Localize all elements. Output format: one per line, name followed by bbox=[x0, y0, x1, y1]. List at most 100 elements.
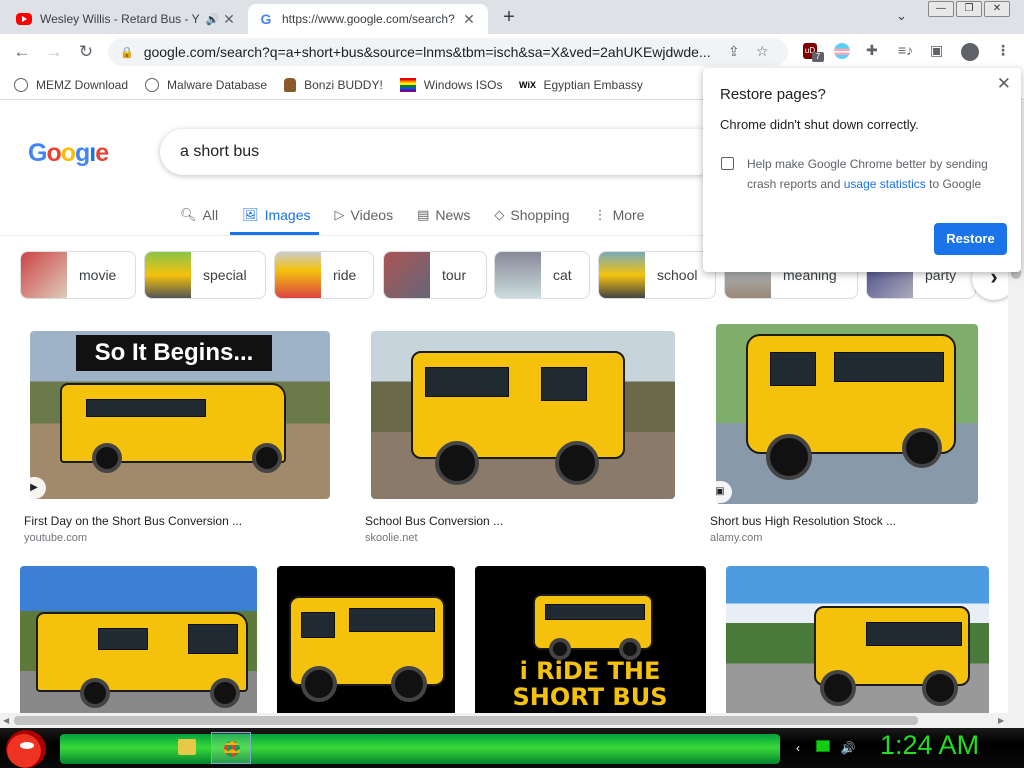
bus-wheel bbox=[80, 678, 110, 708]
bookmark-malware-database[interactable]: Malware Database bbox=[145, 77, 267, 92]
bookmark-star-icon[interactable]: ☆ bbox=[756, 43, 769, 60]
speaker-icon[interactable]: 🔊 bbox=[206, 13, 220, 26]
globe-icon bbox=[14, 77, 28, 92]
chip-thumbnail bbox=[599, 252, 645, 298]
bookmark-memz[interactable]: MEMZ Download bbox=[14, 77, 128, 92]
file-explorer-icon[interactable] bbox=[178, 739, 196, 755]
restore-button[interactable]: Restore bbox=[934, 223, 1007, 255]
chrome-menu-icon[interactable]: ⋮ bbox=[996, 42, 1010, 59]
video-play-badge-icon: ▶ bbox=[22, 477, 46, 499]
close-tab-icon[interactable]: ✕ bbox=[460, 11, 478, 28]
minimize-button[interactable]: — bbox=[928, 1, 954, 17]
chip-cat[interactable]: cat bbox=[494, 251, 590, 299]
forward-button[interactable]: → bbox=[38, 42, 70, 62]
network-icon[interactable] bbox=[816, 740, 830, 752]
search-input[interactable]: a short bus bbox=[160, 129, 720, 175]
bookmark-label: Bonzi BUDDY! bbox=[304, 77, 383, 92]
bus-wheel bbox=[92, 443, 122, 473]
result-caption[interactable]: First Day on the Short Bus Conversion ..… bbox=[24, 514, 242, 528]
tab-label: More bbox=[612, 207, 645, 223]
tab-strip: Wesley Willis - Retard Bus - Y 🔊 ✕ G htt… bbox=[0, 0, 1024, 34]
url-text[interactable]: google.com/search?q=a+short+bus&source=l… bbox=[144, 44, 719, 60]
bus-wheel bbox=[252, 443, 282, 473]
horizontal-scrollbar[interactable]: ◀ ▶ bbox=[0, 713, 1024, 728]
result-caption[interactable]: School Bus Conversion ... bbox=[365, 514, 503, 528]
result-site[interactable]: youtube.com bbox=[24, 532, 87, 544]
address-bar[interactable]: 🔒 google.com/search?q=a+short+bus&source… bbox=[108, 38, 788, 66]
bus-windows bbox=[349, 608, 435, 632]
trans-flag-extension-icon[interactable] bbox=[834, 43, 850, 59]
tab-news[interactable]: ▤ News bbox=[417, 201, 470, 229]
tab-youtube[interactable]: Wesley Willis - Retard Bus - Y 🔊 ✕ bbox=[8, 4, 246, 34]
image-result[interactable]: School Bus Conversion ... skoolie.net bbox=[361, 323, 687, 545]
result-image[interactable] bbox=[277, 566, 455, 713]
chip-thumbnail bbox=[384, 252, 430, 298]
image-result[interactable]: i RiDE THE SHORT BUS bbox=[475, 566, 706, 713]
result-image[interactable] bbox=[371, 331, 675, 499]
google-icon: G bbox=[260, 11, 272, 27]
chip-tour[interactable]: tour bbox=[383, 251, 487, 299]
taskbar-chrome-button[interactable] bbox=[211, 732, 251, 764]
chip-ride[interactable]: ride bbox=[274, 251, 374, 299]
chip-movie[interactable]: movie bbox=[20, 251, 136, 299]
result-caption[interactable]: Short bus High Resolution Stock ... bbox=[710, 514, 896, 528]
back-button[interactable]: ← bbox=[6, 42, 38, 62]
tab-google-search[interactable]: G https://www.google.com/search? ✕ bbox=[248, 4, 488, 34]
profile-avatar-icon[interactable] bbox=[961, 43, 979, 61]
scroll-left-arrow-icon[interactable]: ◀ bbox=[3, 716, 9, 725]
image-result[interactable] bbox=[726, 566, 989, 713]
result-image[interactable] bbox=[20, 566, 257, 713]
tab-more[interactable]: ⋮ More bbox=[594, 201, 645, 229]
restore-window-button[interactable]: ❐ bbox=[956, 1, 982, 17]
image-result[interactable]: ▣ Short bus High Resolution Stock ... al… bbox=[706, 323, 988, 545]
tab-shopping[interactable]: ◇ Shopping bbox=[494, 201, 569, 229]
result-image[interactable]: So It Begins... bbox=[30, 331, 330, 499]
extensions-puzzle-icon[interactable]: ✚ bbox=[866, 42, 878, 59]
bus-windows bbox=[834, 352, 944, 382]
close-tab-icon[interactable]: ✕ bbox=[220, 11, 238, 28]
lock-icon[interactable]: 🔒 bbox=[120, 46, 134, 59]
close-window-button[interactable]: ✕ bbox=[984, 1, 1010, 17]
tab-search-chevron-icon[interactable]: ⌄ bbox=[896, 8, 907, 24]
tab-videos[interactable]: ▷ Videos bbox=[335, 201, 394, 229]
show-hidden-icons-chevron-icon[interactable]: ‹ bbox=[790, 740, 806, 756]
bird-eye bbox=[20, 742, 34, 749]
bookmark-label: Windows ISOs bbox=[423, 77, 503, 92]
bus-windows bbox=[425, 367, 509, 397]
start-button-angry-bird-icon[interactable] bbox=[6, 730, 46, 768]
tab-label: Videos bbox=[350, 207, 394, 223]
result-image[interactable] bbox=[726, 566, 989, 713]
horizontal-scroll-thumb[interactable] bbox=[14, 716, 918, 725]
side-panel-icon[interactable]: ▣ bbox=[930, 42, 943, 59]
image-result[interactable] bbox=[20, 566, 257, 713]
result-site[interactable]: skoolie.net bbox=[365, 532, 418, 544]
image-result[interactable] bbox=[277, 566, 455, 713]
result-image[interactable]: i RiDE THE SHORT BUS bbox=[475, 566, 706, 713]
bus-wheel bbox=[555, 441, 599, 485]
reload-button[interactable]: ↻ bbox=[70, 42, 102, 62]
tag-icon: ◇ bbox=[494, 207, 505, 222]
taskbar-band bbox=[60, 734, 780, 764]
chip-school[interactable]: school bbox=[598, 251, 716, 299]
google-logo[interactable]: Googıe bbox=[28, 139, 109, 168]
scroll-right-arrow-icon[interactable]: ▶ bbox=[998, 716, 1004, 725]
result-site[interactable]: alamy.com bbox=[710, 532, 762, 544]
share-icon[interactable]: ⇪ bbox=[728, 43, 740, 60]
bus-wheel bbox=[391, 666, 427, 702]
result-image[interactable] bbox=[716, 324, 978, 504]
volume-icon[interactable]: 🔊 bbox=[840, 740, 856, 756]
taskbar-clock[interactable]: 1:24 AM bbox=[880, 730, 979, 761]
new-tab-button[interactable]: + bbox=[497, 6, 521, 29]
bookmark-bonzi-buddy[interactable]: Bonzi BUDDY! bbox=[284, 77, 383, 92]
crash-report-checkbox[interactable] bbox=[721, 157, 734, 170]
bookmark-egyptian-embassy[interactable]: WiX Egyptian Embassy bbox=[519, 77, 643, 93]
tab-all[interactable]: 🔍︎ All bbox=[180, 201, 218, 229]
usage-statistics-link[interactable]: usage statistics bbox=[844, 177, 926, 191]
bus-wheel bbox=[435, 441, 479, 485]
image-result[interactable]: So It Begins... ▶ First Day on the Short… bbox=[20, 323, 338, 545]
tab-images[interactable]: 🖼︎ Images bbox=[242, 201, 310, 229]
chip-special[interactable]: special bbox=[144, 251, 266, 299]
bookmark-windows-isos[interactable]: Windows ISOs bbox=[399, 77, 503, 92]
media-control-icon[interactable]: ≡♪ bbox=[898, 42, 913, 58]
close-icon[interactable]: ✕ bbox=[997, 74, 1011, 94]
